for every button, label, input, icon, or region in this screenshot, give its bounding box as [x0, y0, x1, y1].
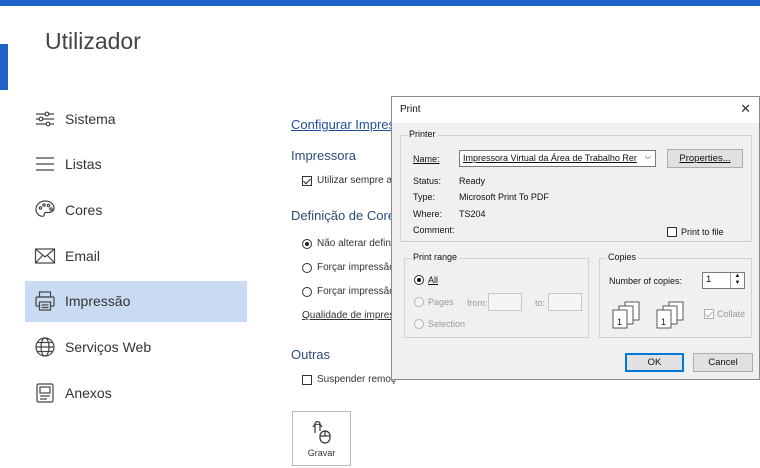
svg-text:1: 1 [661, 317, 666, 327]
list-icon [36, 157, 54, 171]
printer-icon [35, 291, 55, 311]
color-option-1[interactable]: Não alterar definiç [302, 238, 398, 249]
save-button[interactable]: Gravar [292, 411, 351, 466]
color-option-1-radio[interactable] [302, 238, 312, 249]
print-to-file-label: Print to file [681, 227, 724, 237]
sidebar-nav: Sistema Listas Cores Email Impressão Ser… [25, 98, 247, 418]
printer-name-select[interactable]: Impressora Virtual da Área de Trabalho R… [459, 150, 656, 167]
collate-pages-icon: 3 2 1 3 2 1 [612, 301, 684, 329]
print-quality-label: Qualidade de impressã [302, 310, 405, 321]
sidebar-item-servicos-web[interactable]: Serviços Web [25, 326, 247, 367]
range-pages-radio[interactable] [414, 297, 424, 307]
to-label: to: [535, 298, 546, 308]
sidebar-item-label: Listas [65, 156, 102, 173]
from-label: from: [467, 298, 488, 308]
status-label: Status: [413, 176, 442, 186]
sidebar-item-label: Cores [65, 201, 103, 218]
dialog-titlebar: Print ✕ [392, 97, 759, 123]
sidebar-item-sistema[interactable]: Sistema [25, 98, 247, 139]
save-touch-icon [311, 420, 331, 444]
range-pages-label: Pages [428, 297, 454, 307]
copies-group-label: Copies [606, 252, 639, 262]
printer-name-value: Impressora Virtual da Área de Trabalho R… [463, 153, 637, 163]
from-input[interactable] [488, 293, 522, 311]
left-accent-strip [0, 44, 8, 90]
printer-heading: Impressora [291, 148, 357, 163]
suspend-row[interactable]: Suspender remoç [302, 374, 396, 385]
color-option-1-label: Não alterar definiç [317, 238, 399, 249]
print-range-group-label: Print range [411, 252, 460, 262]
sidebar-item-impressao[interactable]: Impressão [25, 280, 247, 322]
suspend-label: Suspender remoç [317, 374, 396, 385]
sidebar-item-label: Anexos [65, 384, 112, 401]
svg-text:1: 1 [617, 317, 622, 327]
collate-label: Collate [717, 309, 746, 319]
spinner-arrows-icon[interactable]: ▲ ▼ [730, 273, 744, 288]
sidebar-item-cores[interactable]: Cores [25, 189, 247, 230]
always-use-label: Utilizar sempre a i [317, 175, 398, 186]
sidebar-item-anexos[interactable]: Anexos [25, 372, 247, 413]
suspend-checkbox[interactable] [302, 374, 312, 385]
range-all-radio[interactable] [414, 275, 424, 285]
color-option-3[interactable]: Forçar impressão [302, 286, 395, 297]
type-label: Type: [413, 192, 436, 202]
number-of-copies-label: Number of copies: [609, 276, 683, 286]
chevron-down-icon: ⌵ [644, 152, 651, 161]
always-use-row[interactable]: Utilizar sempre a i [302, 175, 397, 186]
to-input[interactable] [548, 293, 582, 311]
sidebar-item-listas[interactable]: Listas [25, 144, 247, 185]
print-dialog: Print ✕ Printer Name: Impressora Virtual… [391, 96, 760, 380]
properties-button-label: Properties... [679, 153, 731, 164]
range-selection-radio[interactable] [414, 319, 424, 329]
name-label: Name: [413, 154, 440, 164]
dialog-title: Print [400, 104, 421, 115]
others-heading: Outras [291, 347, 331, 362]
attachment-icon [36, 383, 54, 403]
color-option-3-radio[interactable] [302, 286, 312, 297]
sidebar-item-label: Serviços Web [65, 338, 152, 355]
color-option-2-label: Forçar impressão [317, 262, 395, 273]
range-selection-label: Selection [428, 319, 466, 329]
properties-button[interactable]: Properties... [667, 149, 743, 168]
cancel-button[interactable]: Cancel [693, 353, 753, 372]
sliders-icon [36, 111, 54, 126]
page-title: Utilizador [45, 28, 141, 54]
color-option-2[interactable]: Forçar impressão [302, 262, 395, 273]
sidebar-item-label: Impressão [65, 293, 131, 310]
status-value: Ready [459, 176, 486, 186]
printer-group-label: Printer [407, 129, 438, 139]
color-option-2-radio[interactable] [302, 262, 312, 273]
where-label: Where: [413, 209, 443, 219]
save-button-label: Gravar [307, 448, 336, 458]
close-icon[interactable]: ✕ [740, 101, 751, 117]
globe-icon [35, 337, 55, 357]
envelope-icon [34, 247, 56, 264]
sidebar-item-label: Email [65, 247, 101, 264]
copies-stepper[interactable]: 1 ▲ ▼ [702, 272, 745, 289]
copies-value: 1 [706, 274, 712, 285]
configure-printer-link[interactable]: Configurar Impres [291, 117, 395, 132]
print-to-file-checkbox[interactable] [667, 227, 677, 237]
type-value: Microsoft Print To PDF [459, 192, 549, 202]
palette-icon [35, 200, 55, 217]
colors-heading: Definição de Cores [291, 208, 402, 223]
where-value: TS204 [459, 209, 486, 219]
always-use-checkbox[interactable] [302, 175, 312, 186]
collate-checkbox[interactable] [704, 309, 714, 319]
comment-label: Comment: [413, 225, 455, 235]
color-option-3-label: Forçar impressão [317, 286, 395, 297]
range-all-label: All [428, 275, 439, 285]
sidebar-item-label: Sistema [65, 110, 116, 127]
ok-button[interactable]: OK [625, 353, 684, 372]
sidebar-item-email[interactable]: Email [25, 235, 247, 276]
